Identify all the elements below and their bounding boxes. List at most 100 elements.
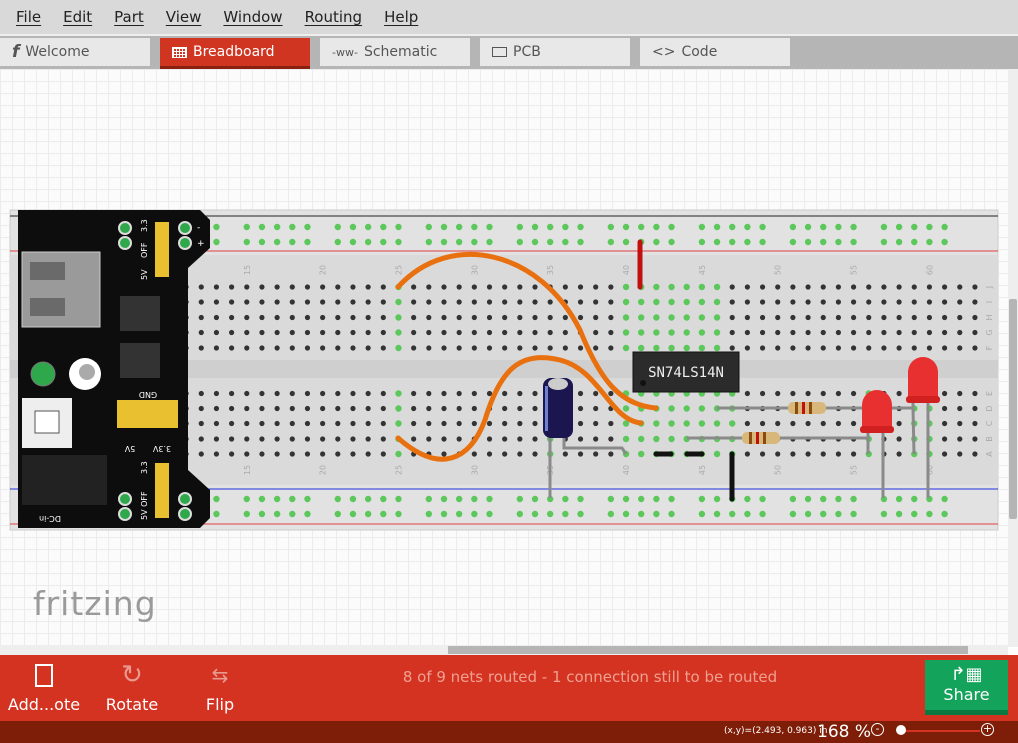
breadboard-hole[interactable] (289, 223, 296, 231)
breadboard-hole[interactable] (850, 299, 857, 305)
breadboard-hole[interactable] (259, 436, 265, 442)
breadboard-hole[interactable] (850, 284, 857, 290)
breadboard-hole[interactable] (531, 495, 539, 503)
breadboard-hole[interactable] (957, 420, 963, 427)
breadboard-hole[interactable] (441, 405, 447, 412)
breadboard-hole[interactable] (820, 390, 826, 397)
breadboard-hole[interactable] (335, 451, 341, 457)
breadboard-hole[interactable] (668, 405, 675, 412)
breadboard-hole[interactable] (274, 284, 280, 290)
breadboard-hole[interactable] (304, 420, 311, 427)
breadboard-hole[interactable] (713, 450, 721, 458)
breadboard-hole[interactable] (607, 238, 615, 246)
electrolytic-capacitor[interactable] (543, 378, 573, 438)
breadboard-hole[interactable] (577, 314, 584, 321)
breadboard-hole[interactable] (243, 510, 250, 518)
breadboard-hole[interactable] (775, 299, 781, 305)
breadboard-hole[interactable] (775, 451, 781, 457)
menu-window[interactable]: Window (212, 8, 293, 26)
breadboard-hole[interactable] (411, 390, 417, 397)
breadboard-hole[interactable] (744, 495, 751, 503)
breadboard-hole[interactable] (896, 451, 902, 457)
breadboard-hole[interactable] (532, 390, 538, 397)
breadboard-hole[interactable] (835, 390, 842, 397)
breadboard-hole[interactable] (941, 238, 948, 246)
breadboard-view[interactable]: 1515202025253030353540404545505055556060… (0, 69, 1008, 647)
breadboard-hole[interactable] (335, 405, 341, 412)
breadboard-hole[interactable] (713, 344, 721, 352)
breadboard-hole[interactable] (456, 299, 462, 305)
breadboard-hole[interactable] (441, 314, 447, 321)
breadboard-hole[interactable] (622, 435, 630, 443)
breadboard-hole[interactable] (880, 223, 888, 231)
breadboard-hole[interactable] (289, 314, 295, 321)
breadboard-hole[interactable] (850, 345, 857, 351)
breadboard-hole[interactable] (213, 390, 220, 397)
breadboard-hole[interactable] (380, 284, 386, 290)
breadboard-hole[interactable] (502, 299, 508, 305)
breadboard-hole[interactable] (456, 420, 462, 427)
breadboard-hole[interactable] (471, 495, 478, 503)
breadboard-hole[interactable] (881, 314, 887, 321)
breadboard-hole[interactable] (713, 510, 721, 518)
breadboard-hole[interactable] (820, 510, 827, 518)
breadboard-hole[interactable] (471, 223, 478, 231)
breadboard-hole[interactable] (229, 299, 235, 305)
zoom-in-icon[interactable]: + (981, 723, 994, 736)
breadboard-hole[interactable] (334, 223, 341, 231)
breadboard-hole[interactable] (926, 329, 933, 336)
breadboard-hole[interactable] (622, 344, 630, 352)
breadboard-hole[interactable] (957, 405, 963, 412)
tab-code[interactable]: <> Code (640, 38, 790, 66)
breadboard-hole[interactable] (289, 238, 296, 246)
breadboard-hole[interactable] (304, 314, 311, 321)
breadboard-hole[interactable] (713, 223, 721, 231)
breadboard-hole[interactable] (881, 284, 887, 290)
breadboard-hole[interactable] (274, 390, 280, 397)
breadboard-hole[interactable] (896, 329, 902, 336)
breadboard-hole[interactable] (790, 420, 796, 427)
breadboard-hole[interactable] (729, 420, 736, 427)
breadboard-hole[interactable] (304, 451, 311, 457)
breadboard-hole[interactable] (775, 314, 781, 321)
breadboard-hole[interactable] (577, 390, 584, 397)
breadboard-hole[interactable] (668, 314, 675, 321)
breadboard-hole[interactable] (835, 510, 842, 518)
breadboard-hole[interactable] (289, 405, 295, 412)
breadboard-hole[interactable] (835, 451, 842, 457)
breadboard-hole[interactable] (759, 284, 766, 290)
breadboard-hole[interactable] (304, 238, 311, 246)
breadboard-hole[interactable] (502, 284, 508, 290)
breadboard-hole[interactable] (380, 405, 386, 412)
breadboard-hole[interactable] (911, 314, 917, 321)
breadboard-hole[interactable] (304, 495, 311, 503)
breadboard-hole[interactable] (698, 238, 706, 246)
breadboard-hole[interactable] (426, 390, 432, 397)
breadboard-hole[interactable] (577, 345, 584, 351)
breadboard-hole[interactable] (304, 390, 311, 397)
breadboard-hole[interactable] (607, 510, 615, 518)
breadboard-hole[interactable] (683, 283, 690, 291)
breadboard-hole[interactable] (593, 284, 599, 290)
breadboard-hole[interactable] (471, 420, 477, 427)
breadboard-hole[interactable] (380, 329, 386, 336)
breadboard-hole[interactable] (941, 495, 948, 503)
breadboard-hole[interactable] (486, 451, 493, 457)
breadboard-hole[interactable] (365, 420, 371, 427)
breadboard-hole[interactable] (790, 390, 796, 397)
breadboard-hole[interactable] (835, 345, 842, 351)
breadboard-hole[interactable] (380, 451, 386, 457)
red-led[interactable] (860, 390, 894, 433)
breadboard-hole[interactable] (531, 238, 539, 246)
breadboard-hole[interactable] (532, 420, 538, 427)
breadboard-hole[interactable] (198, 284, 204, 290)
breadboard-hole[interactable] (289, 451, 295, 457)
breadboard-hole[interactable] (546, 223, 554, 231)
horizontal-scroll-thumb[interactable] (448, 646, 968, 654)
breadboard-hole[interactable] (259, 405, 265, 412)
breadboard-hole[interactable] (441, 329, 447, 336)
breadboard-hole[interactable] (440, 238, 448, 246)
breadboard-hole[interactable] (531, 223, 539, 231)
breadboard-hole[interactable] (334, 495, 341, 503)
breadboard-hole[interactable] (350, 451, 356, 457)
